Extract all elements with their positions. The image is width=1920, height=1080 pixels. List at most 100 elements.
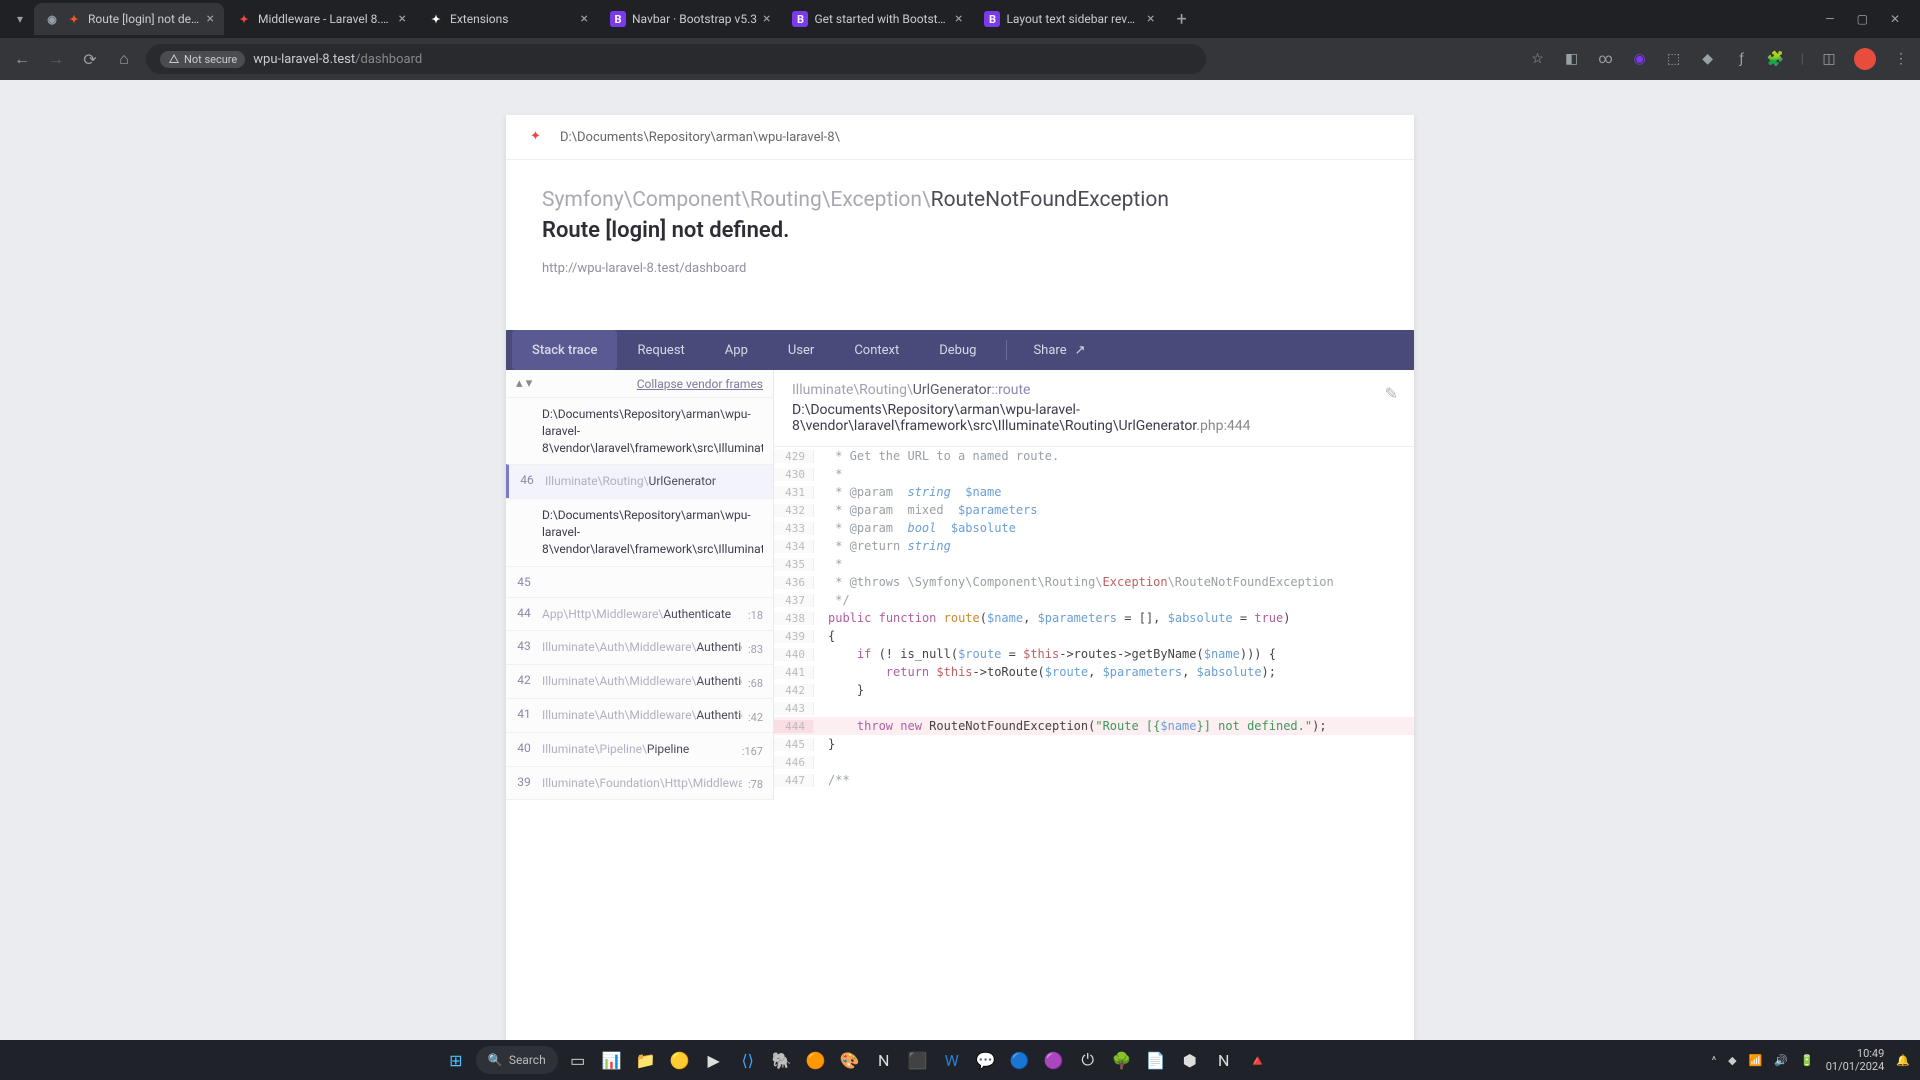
tab[interactable]: B Get started with Bootstrap · Bo × — [782, 3, 972, 35]
menu-icon[interactable]: ⋮ — [1892, 50, 1910, 68]
tab[interactable]: ✦ Extensions × — [418, 3, 598, 35]
stack-frame[interactable]: 46Illuminate\Routing\UrlGenerator — [506, 464, 773, 498]
whatsapp-icon[interactable]: 💬 — [972, 1046, 1000, 1074]
volume-icon[interactable]: 🔊 — [1774, 1054, 1788, 1067]
task-view-icon[interactable]: ▭ — [564, 1046, 592, 1074]
bootstrap-icon: B — [792, 11, 808, 27]
extension-icon[interactable]: ◉ — [1631, 50, 1649, 68]
share-button[interactable]: Share ↗ — [1017, 343, 1101, 358]
address-bar[interactable]: Not secure wpu-laravel-8.test/dashboard — [146, 44, 1206, 74]
tab-app[interactable]: App — [705, 330, 768, 370]
close-icon[interactable]: × — [955, 11, 962, 27]
tray-icon[interactable]: ◆ — [1728, 1054, 1736, 1067]
tab[interactable]: B Navbar · Bootstrap v5.3 × — [600, 3, 780, 35]
close-icon[interactable]: × — [207, 11, 214, 27]
forward-button[interactable]: → — [44, 49, 68, 69]
close-window-icon[interactable]: ✕ — [1890, 12, 1900, 26]
maximize-icon[interactable]: ▢ — [1857, 12, 1868, 26]
frame-nav-arrows[interactable]: ▴ ▾ — [516, 376, 532, 391]
tab[interactable]: B Layout text sidebar reverse · Bo × — [974, 3, 1164, 35]
app-icon[interactable]: 🌳 — [1108, 1046, 1136, 1074]
stack-frame[interactable]: 38Illuminate\Pipeline\Pipeline:167 — [506, 799, 773, 800]
new-tab-button[interactable]: + — [1166, 9, 1196, 30]
vscode-icon[interactable]: ⟨⟩ — [734, 1046, 762, 1074]
extension-icon[interactable]: ◧ — [1563, 50, 1581, 68]
tab[interactable]: ✦ Middleware - Laravel 8.x - The × — [226, 3, 416, 35]
close-icon[interactable]: × — [763, 11, 770, 27]
notifications-icon[interactable]: 🔔 — [1896, 1054, 1910, 1067]
frame-group-header[interactable]: D:\Documents\Repository\arman\wpu-larave… — [506, 498, 773, 565]
toolbar: ← → ⟳ ⌂ Not secure wpu-laravel-8.test/da… — [0, 38, 1920, 80]
word-icon[interactable]: W — [938, 1046, 966, 1074]
terminal-icon[interactable]: ⬛ — [904, 1046, 932, 1074]
tab-search-icon[interactable]: ▾ — [10, 9, 30, 29]
taskbar-search[interactable]: 🔍 Search — [476, 1046, 558, 1074]
share-icon: ↗ — [1075, 343, 1086, 358]
stack-frame[interactable]: 40Illuminate\Pipeline\Pipeline:167 — [506, 732, 773, 766]
exception-class: RouteNotFoundException — [931, 188, 1169, 212]
chevron-up-icon[interactable]: ^ — [1712, 1054, 1717, 1067]
app-icon[interactable]: 📊 — [598, 1046, 626, 1074]
close-icon[interactable]: × — [1147, 11, 1154, 27]
section-tabs: Stack trace Request App User Context Deb… — [506, 330, 1414, 370]
minimize-icon[interactable]: — — [1825, 12, 1834, 26]
tab-request[interactable]: Request — [617, 330, 704, 370]
explorer-icon[interactable]: 📁 — [632, 1046, 660, 1074]
tab-title: Navbar · Bootstrap v5.3 — [632, 12, 757, 26]
security-badge[interactable]: Not secure — [160, 51, 245, 68]
close-icon[interactable]: × — [581, 11, 588, 27]
tab-user[interactable]: User — [768, 330, 834, 370]
extension-icon[interactable]: ⬚ — [1665, 50, 1683, 68]
app-icon[interactable]: ⏻ — [1074, 1046, 1102, 1074]
figma-icon[interactable]: 🎨 — [836, 1046, 864, 1074]
frame-group-header[interactable]: D:\Documents\Repository\arman\wpu-larave… — [506, 397, 773, 464]
extension-icon[interactable]: ◆ — [1699, 50, 1717, 68]
battery-icon[interactable]: 🔋 — [1800, 1054, 1814, 1067]
tab-title: Route [login] not defined. — [88, 12, 201, 26]
stack-frame[interactable]: 45 — [506, 566, 773, 597]
reload-button[interactable]: ⟳ — [78, 50, 102, 69]
side-panel-icon[interactable]: ◫ — [1820, 50, 1838, 68]
discord-icon[interactable]: 🟣 — [1040, 1046, 1068, 1074]
home-button[interactable]: ⌂ — [112, 49, 136, 69]
back-button[interactable]: ← — [10, 49, 34, 69]
bootstrap-icon: B — [984, 11, 1000, 27]
extension-icon[interactable]: ƒ — [1733, 50, 1751, 68]
postman-icon[interactable]: 🟠 — [802, 1046, 830, 1074]
star-icon[interactable]: ☆ — [1529, 50, 1547, 68]
vlc-icon[interactable]: 🔺 — [1244, 1046, 1272, 1074]
app-icon[interactable]: N — [1210, 1046, 1238, 1074]
tab-title: Layout text sidebar reverse · Bo — [1006, 12, 1141, 26]
extensions-icon[interactable]: 🧩 — [1767, 50, 1785, 68]
profile-avatar[interactable] — [1854, 48, 1876, 70]
youtube-icon[interactable]: ▶ — [700, 1046, 728, 1074]
code-method: ::route — [991, 382, 1030, 398]
tab-active[interactable]: ◉ ✦ Route [login] not defined. × — [34, 3, 224, 35]
app-icon[interactable]: 🔵 — [1006, 1046, 1034, 1074]
start-button[interactable]: ⊞ — [442, 1046, 470, 1074]
edit-icon[interactable]: ✎ — [1385, 384, 1398, 403]
clock[interactable]: 10:49 01/01/2024 — [1826, 1047, 1885, 1073]
wifi-icon[interactable]: 📶 — [1749, 1054, 1763, 1067]
system-tray: ^ ◆ 📶 🔊 🔋 10:49 01/01/2024 🔔 — [1712, 1047, 1910, 1073]
tab-stack-trace[interactable]: Stack trace — [512, 330, 617, 370]
notepad-icon[interactable]: 📄 — [1142, 1046, 1170, 1074]
stack-frame[interactable]: 41Illuminate\Auth\Middleware\Authenticat… — [506, 698, 773, 732]
code-block: 429 * Get the URL to a named route. 430 … — [774, 447, 1414, 789]
stack-frame[interactable]: 43Illuminate\Auth\Middleware\Authenticat… — [506, 630, 773, 664]
extension-icon[interactable]: ∞ — [1597, 50, 1615, 68]
chrome-icon[interactable]: 🟡 — [666, 1046, 694, 1074]
card-header: ✦ D:\Documents\Repository\arman\wpu-lara… — [506, 115, 1414, 160]
clock-date: 01/01/2024 — [1826, 1060, 1885, 1073]
stack-frame[interactable]: 39Illuminate\Foundation\Http\Middleware\… — [506, 766, 773, 800]
close-icon[interactable]: × — [399, 11, 406, 27]
app-icon[interactable]: ⬢ — [1176, 1046, 1204, 1074]
tab-debug[interactable]: Debug — [919, 330, 996, 370]
tab-context[interactable]: Context — [834, 330, 919, 370]
stack-frame[interactable]: 44App\Http\Middleware\Authenticate:18 — [506, 597, 773, 631]
collapse-vendor-link[interactable]: Collapse vendor frames — [637, 377, 763, 391]
app-icon[interactable]: 🐘 — [768, 1046, 796, 1074]
notion-icon[interactable]: N — [870, 1046, 898, 1074]
stack-frame[interactable]: 42Illuminate\Auth\Middleware\Authenticat… — [506, 664, 773, 698]
bootstrap-icon: B — [610, 11, 626, 27]
